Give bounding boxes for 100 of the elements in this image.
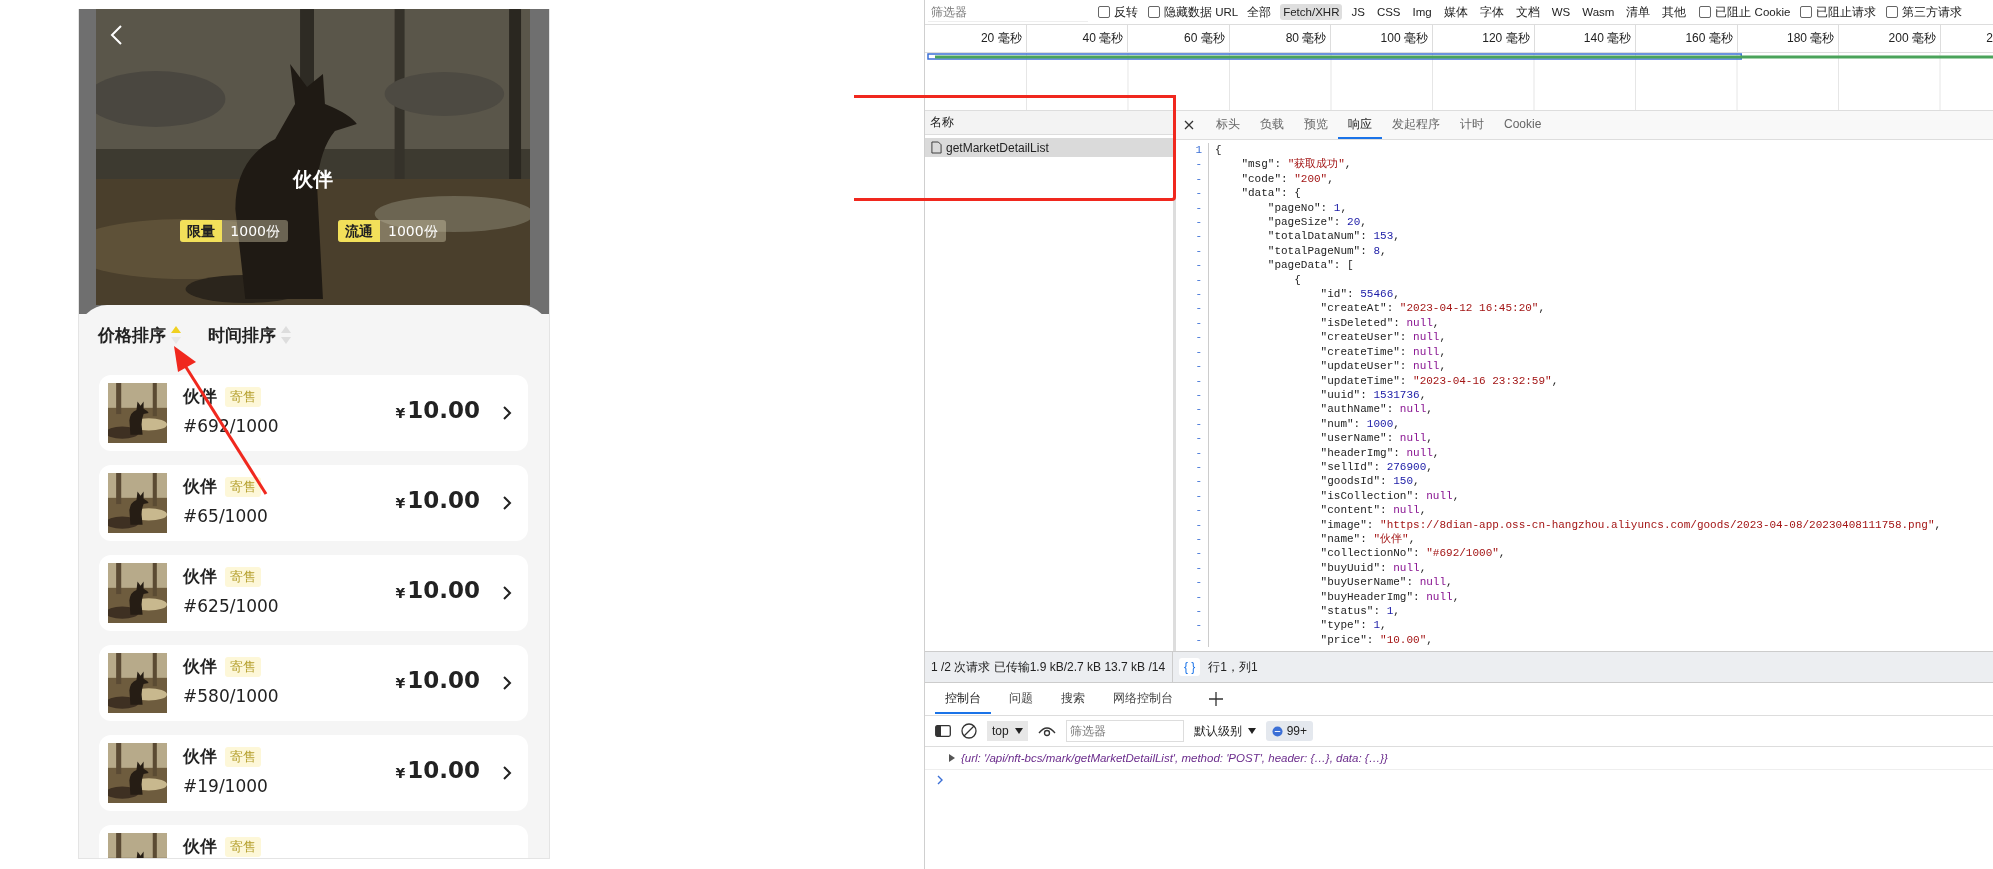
timeline-tick: 80 毫秒 [1229, 25, 1332, 52]
request-summary: 1 /2 次请求 已传输1.9 kB/2.7 kB 13.7 kB /14 [925, 652, 1173, 682]
line-number: - [1176, 171, 1209, 187]
clear-icon[interactable] [961, 723, 977, 739]
type-filter-button[interactable]: CSS [1373, 4, 1404, 20]
type-filter-button[interactable]: 其他 [1659, 2, 1690, 22]
serial-number: #65/1000 [183, 506, 269, 526]
consign-tag: 寄售 [225, 836, 261, 857]
filter-checkbox[interactable]: 第三方请求 [1886, 4, 1963, 20]
type-filter-button[interactable]: 全部 [1244, 2, 1275, 22]
serial-number: #580/1000 [183, 686, 280, 706]
detail-tab[interactable]: 响应 [1338, 111, 1382, 139]
consign-tag: 寄售 [225, 566, 261, 587]
line-number: 1 [1176, 143, 1209, 158]
listing-card[interactable]: 伙伴 寄售 #580/1000 ¥10.00 [99, 645, 528, 721]
consign-tag: 寄售 [225, 386, 261, 407]
line-number: - [1176, 589, 1209, 604]
listing-card[interactable]: 伙伴 寄售 #65/1000 ¥10.00 [99, 465, 528, 541]
listing-card[interactable]: 伙伴 寄售 #19/1000 ¥10.00 [99, 735, 528, 811]
type-filter-button[interactable]: 文档 [1512, 2, 1543, 22]
drawer-tab[interactable]: 网络控制台 [1103, 684, 1183, 714]
filter-checkbox[interactable]: 隐藏数据 URL [1148, 4, 1239, 20]
code-line: "totalDataNum": 153, [1266, 229, 1400, 244]
line-number: - [1176, 416, 1209, 432]
code-line: "isDeleted": null, [1319, 315, 1440, 331]
detail-tab[interactable]: 计时 [1450, 111, 1494, 139]
line-number: - [1176, 445, 1209, 460]
code-line: "totalPageNum": 8, [1266, 243, 1387, 259]
request-row[interactable]: getMarketDetailList [925, 138, 1173, 157]
code-line: "pageSize": 20, [1266, 215, 1367, 230]
detail-tab[interactable]: 负载 [1250, 111, 1294, 139]
stat-badge: 流通 1000份 [338, 220, 446, 242]
detail-tab[interactable]: Cookie [1494, 111, 1552, 139]
type-filter-button[interactable]: Fetch/XHR [1280, 4, 1343, 20]
timeline-tick: 200 毫秒 [1839, 25, 1941, 52]
type-filter-button[interactable]: Wasm [1579, 4, 1618, 20]
code-line: "sellId": 276900, [1319, 459, 1433, 475]
log-level-dropdown[interactable]: 默认级别 [1193, 722, 1256, 740]
chevron-right-icon [502, 585, 512, 601]
code-line: "uuid": 1531736, [1319, 387, 1427, 403]
format-button[interactable]: { } [1179, 658, 1201, 676]
filter-checkbox[interactable]: 反转 [1098, 4, 1138, 20]
sort-tab[interactable]: 时间排序 [208, 321, 292, 349]
drawer-tab[interactable]: 问题 [999, 684, 1043, 714]
type-filter-button[interactable]: 字体 [1476, 2, 1507, 22]
stat-badge: 限量 1000份 [180, 220, 288, 242]
expand-icon[interactable] [949, 754, 955, 762]
sidebar-icon[interactable] [935, 725, 951, 737]
price: ¥10.00 [395, 577, 480, 603]
message-count-button[interactable]: 99+ [1265, 721, 1314, 741]
code-line: "authName": null, [1319, 402, 1433, 417]
type-filter-button[interactable]: 媒体 [1440, 2, 1471, 22]
item-name: 伙伴 [183, 835, 217, 858]
listing-card[interactable]: 伙伴 寄售 [99, 825, 528, 858]
line-number: - [1176, 373, 1209, 388]
listing-card[interactable]: 伙伴 寄售 #625/1000 ¥10.00 [99, 555, 528, 631]
code-line: "userName": null, [1319, 431, 1433, 446]
code-line: "createAt": "2023-04-12 16:45:20", [1319, 301, 1546, 316]
back-icon[interactable] [109, 24, 123, 46]
line-number: - [1176, 604, 1209, 619]
line-number: - [1176, 272, 1209, 288]
type-filter-button[interactable]: WS [1548, 4, 1574, 20]
caret-icon [1247, 728, 1256, 734]
detail-tab[interactable]: 标头 [1206, 111, 1250, 139]
close-icon[interactable] [1184, 120, 1194, 130]
type-filter-button[interactable]: Img [1409, 4, 1435, 20]
context-dropdown[interactable]: top [987, 721, 1028, 741]
code-line: "updateTime": "2023-04-16 23:32:59", [1319, 373, 1559, 388]
code-line: "headerImg": null, [1319, 445, 1440, 460]
line-number: - [1176, 560, 1209, 576]
type-filter-button[interactable]: JS [1348, 4, 1368, 20]
file-icon [931, 141, 942, 154]
code-line: { [1293, 272, 1301, 288]
filter-checkbox[interactable]: 已阻止 Cookie [1699, 4, 1791, 20]
add-icon[interactable] [1209, 692, 1223, 706]
line-number: - [1176, 431, 1209, 446]
timeline-tick: 140 毫秒 [1534, 25, 1637, 52]
chevron-right-icon [502, 675, 512, 691]
item-name: 伙伴 [183, 565, 217, 588]
type-filter-button[interactable]: 清单 [1623, 2, 1654, 22]
line-number: - [1176, 546, 1209, 561]
console-filter-field[interactable]: 筛选器 [1065, 720, 1184, 742]
detail-tab[interactable]: 预览 [1294, 111, 1338, 139]
drawer-tab[interactable]: 控制台 [935, 684, 991, 714]
sort-tab[interactable]: 价格排序 [98, 321, 182, 349]
line-number: - [1176, 503, 1209, 518]
item-name: 伙伴 [183, 745, 217, 768]
code-line: "buyUserName": null, [1319, 575, 1453, 590]
code-line: "type": 1, [1319, 618, 1387, 633]
code-line: "buyUuid": null, [1319, 560, 1427, 576]
filter-checkbox[interactable]: 已阻止请求 [1800, 4, 1877, 20]
code-line: "createTime": null, [1319, 344, 1447, 360]
code-line: "isCollection": null, [1319, 488, 1460, 504]
code-line: "image": "https://8dian-app.oss-cn-hangzhou.aliyuncs.com/goods/2023-04-08/20230408111758.png", [1319, 517, 1942, 532]
line-number: - [1176, 575, 1209, 590]
log-message: {url: '/api/nft-bcs/mark/getMarketDetailList', method: 'POST', header: {…}, data: {…}} [961, 752, 1388, 764]
drawer-tab[interactable]: 搜索 [1051, 684, 1095, 714]
detail-tab[interactable]: 发起程序 [1382, 111, 1450, 139]
eye-icon[interactable] [1037, 725, 1056, 737]
timeline-tick: 40 毫秒 [1026, 25, 1129, 52]
